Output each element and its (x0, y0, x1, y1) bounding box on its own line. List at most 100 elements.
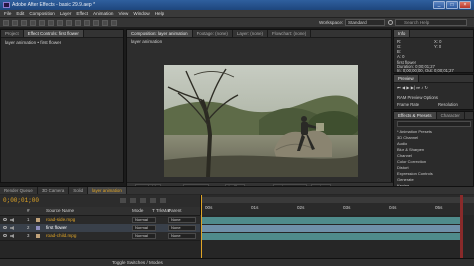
graph-editor-icon[interactable] (160, 198, 166, 203)
layer-label-color[interactable] (36, 218, 40, 222)
menu-layer[interactable]: Layer (60, 11, 72, 16)
timeline-footer: Toggle Switches / Modes (0, 258, 474, 266)
maximize-button[interactable]: □ (446, 1, 458, 9)
rotate-tool-icon[interactable] (30, 19, 36, 26)
hand-tool-icon[interactable] (12, 19, 18, 26)
tab-composition[interactable]: Composition: layer animation (127, 30, 193, 37)
eraser-tool-icon[interactable] (102, 19, 108, 26)
fx-animation-presets[interactable]: * Animation Presets (397, 129, 432, 134)
current-time-indicator[interactable] (201, 195, 202, 261)
pen-tool-icon[interactable] (66, 19, 72, 26)
tab-effects-presets[interactable]: Effects & Presets (394, 112, 437, 119)
effects-search-input[interactable] (397, 121, 471, 127)
clone-stamp-tool-icon[interactable] (93, 19, 99, 26)
fx-distort[interactable]: Distort (397, 165, 409, 170)
info-a: A: 0 (397, 54, 405, 59)
layer-name[interactable]: road-side.mpg (46, 217, 75, 222)
menu-animation[interactable]: Animation (93, 11, 113, 16)
shy-layers-icon[interactable] (130, 198, 136, 203)
layer-duration-bar-2[interactable] (201, 225, 461, 232)
tab-character[interactable]: Character (437, 112, 465, 119)
audio-speaker-icon[interactable] (10, 226, 14, 230)
layer-mode-dropdown[interactable]: Normal (132, 225, 156, 231)
timeline-column-headers: # Source Name Mode T TrkMat Parent (0, 207, 200, 216)
ruler-mark-0: 00s (205, 205, 213, 210)
tab-info[interactable]: Info (394, 30, 411, 37)
col-source-name[interactable]: Source Name (46, 208, 74, 213)
layer-duration-bar-1[interactable] (201, 217, 461, 224)
menu-help[interactable]: Help (155, 11, 164, 16)
minimize-button[interactable]: _ (433, 1, 445, 9)
tab-preview[interactable]: Preview (394, 75, 419, 82)
play-icon[interactable]: ▶ (406, 85, 409, 90)
fx-3d-channel[interactable]: 3D Channel (397, 135, 418, 140)
fx-audio[interactable]: Audio (397, 141, 407, 146)
audio-speaker-icon[interactable] (10, 218, 14, 222)
fx-expression-controls[interactable]: Expression Controls (397, 171, 433, 176)
fx-color-correction[interactable]: Color Correction (397, 159, 426, 164)
previous-frame-icon[interactable]: ◀ (402, 85, 405, 90)
tab-project[interactable]: Project (1, 30, 24, 37)
time-ruler[interactable]: 00s 01s 02s 03s 04s 05s (200, 195, 474, 215)
layer-parent-dropdown[interactable]: None (168, 225, 196, 231)
tab-layer-animation[interactable]: layer animation (88, 187, 127, 194)
visibility-eye-icon[interactable] (3, 218, 7, 221)
menu-view[interactable]: View (118, 11, 128, 16)
tab-solid[interactable]: Solid (69, 187, 89, 194)
visibility-eye-icon[interactable] (3, 234, 7, 237)
last-frame-icon[interactable]: ⏭ (416, 85, 420, 90)
layer-duration-bar-3[interactable] (201, 233, 461, 240)
visibility-eye-icon[interactable] (3, 226, 7, 229)
motion-blur-icon[interactable] (150, 198, 156, 203)
tab-footage[interactable]: Footage: (none) (193, 30, 233, 37)
info-in-out: In: 0;00;00;00, Out: 0;00;01;27 (397, 68, 454, 73)
timeline-current-time[interactable]: 0;00;01;00 (3, 197, 39, 204)
puppet-pin-tool-icon[interactable] (111, 19, 117, 26)
first-frame-icon[interactable]: ⏮ (397, 85, 401, 90)
layer-parent-dropdown[interactable]: None (168, 217, 196, 223)
close-button[interactable]: × (459, 1, 471, 9)
next-frame-icon[interactable]: ▶| (411, 85, 415, 90)
mute-audio-icon[interactable]: ♪ (421, 85, 423, 90)
composition-viewer[interactable] (164, 65, 358, 177)
timeline-layer-row-3[interactable]: 3 road-child.mpg Normal None (0, 232, 200, 241)
workspace-dropdown[interactable]: Standard (345, 19, 385, 26)
work-area-bar[interactable] (201, 197, 474, 203)
layer-mode-dropdown[interactable]: Normal (132, 233, 156, 239)
tab-effect-controls[interactable]: Effect Controls: first flower (23, 30, 84, 37)
menu-effect[interactable]: Effect (76, 11, 88, 16)
menu-window[interactable]: Window (133, 11, 149, 16)
camera-tool-icon[interactable] (39, 19, 45, 26)
mask-tool-icon[interactable] (57, 19, 63, 26)
selection-tool-icon[interactable] (3, 19, 9, 26)
ram-preview-options-label[interactable]: RAM Preview Options (397, 95, 438, 100)
menu-composition[interactable]: Composition (29, 11, 55, 16)
frame-rate-label: Frame Rate (397, 102, 420, 107)
search-help-input[interactable]: Search Help (395, 19, 467, 26)
tab-3d-camera[interactable]: 3D Camera (38, 187, 70, 194)
layer-parent-dropdown[interactable]: None (168, 233, 196, 239)
tab-layer[interactable]: Layer: (none) (233, 30, 268, 37)
layer-label-color[interactable] (36, 226, 40, 230)
audio-speaker-icon[interactable] (10, 234, 14, 238)
loop-icon[interactable]: ↻ (424, 85, 428, 90)
type-tool-icon[interactable] (75, 19, 81, 26)
fx-channel[interactable]: Channel (397, 153, 412, 158)
menu-edit[interactable]: Edit (16, 11, 24, 16)
layer-label-color[interactable] (36, 234, 40, 238)
work-area-end-marker[interactable] (460, 195, 463, 261)
tab-render-queue[interactable]: Render Queue (0, 187, 38, 194)
fx-generate[interactable]: Generate (397, 177, 414, 182)
draft-3d-icon[interactable] (120, 198, 126, 203)
layer-mode-dropdown[interactable]: Normal (132, 217, 156, 223)
pan-behind-tool-icon[interactable] (48, 19, 54, 26)
fx-blur-sharpen[interactable]: Blur & Sharpen (397, 147, 424, 152)
brush-tool-icon[interactable] (84, 19, 90, 26)
frame-blending-icon[interactable] (140, 198, 146, 203)
tab-flowchart[interactable]: Flowchart: (none) (268, 30, 312, 37)
layer-name[interactable]: road-child.mpg (46, 233, 76, 238)
layer-name[interactable]: first flower (46, 225, 67, 230)
menu-file[interactable]: File (4, 11, 11, 16)
toggle-switches-modes[interactable]: Toggle Switches / Modes (112, 260, 163, 265)
zoom-tool-icon[interactable] (21, 19, 27, 26)
